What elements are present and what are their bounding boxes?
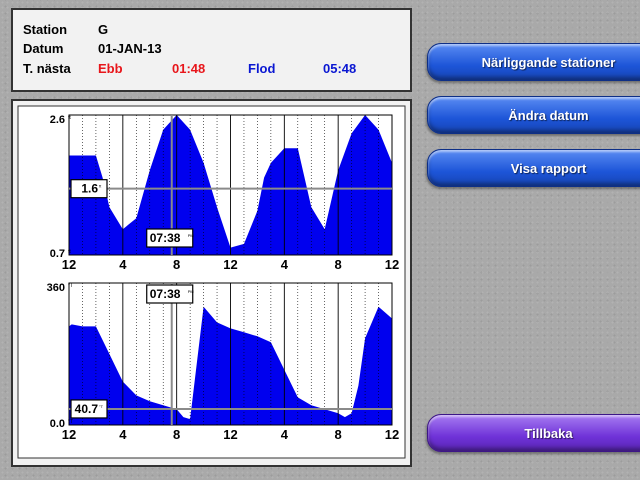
- tide-chart-panel: 2.6 0.7 ft ft 12 4 8 12 4 8 12 1.6 ft 07:38 PM 360 0.0 °T…: [11, 99, 412, 467]
- station-label: Station: [23, 22, 68, 37]
- chart-tide-height: 2.60.7ftft12 4 8 12 4 8 121.6 ft07:38 PM: [50, 114, 400, 272]
- chart-current-direction: 3600.0°T°T12 4 8 12 4 8 1240.7 °T07:38 PM: [47, 282, 400, 442]
- cursor-time: 07:38: [150, 287, 181, 301]
- y-max-unit: °T: [68, 283, 73, 289]
- show-report-button[interactable]: Visa rapport: [427, 149, 640, 187]
- flood-time: 05:48: [323, 61, 357, 76]
- x-tick-label: 8: [173, 427, 180, 442]
- ebb-label: Ebb: [98, 61, 123, 76]
- change-date-label: Ändra datum: [508, 108, 589, 123]
- station-info-panel: Station G Datum 01-JAN-13 T. nästa Ebb 0…: [11, 8, 412, 92]
- flood-label: Flod: [248, 61, 276, 76]
- x-tick-label: 4: [119, 257, 127, 272]
- station-value: G: [98, 22, 109, 37]
- x-tick-label: 12: [385, 427, 399, 442]
- nearby-stations-button[interactable]: Närliggande stationer: [427, 43, 640, 81]
- tide-charts[interactable]: 2.60.7ftft12 4 8 12 4 8 121.6 ft07:38 PM3600.0°T…: [13, 101, 410, 465]
- x-tick-label: 8: [335, 257, 342, 272]
- x-tick-label: 4: [119, 427, 127, 442]
- ebb-time: 01:48: [172, 61, 206, 76]
- back-label: Tillbaka: [524, 426, 573, 441]
- date-value: 01-JAN-13: [98, 41, 162, 56]
- cursor-time: 07:38: [150, 231, 181, 245]
- change-date-button[interactable]: Ändra datum: [427, 96, 640, 134]
- show-report-label: Visa rapport: [510, 161, 587, 176]
- cursor-value: 40.7: [75, 402, 99, 416]
- date-label: Datum: [23, 41, 64, 56]
- x-tick-label: 12: [385, 257, 399, 272]
- x-tick-label: 12: [223, 257, 237, 272]
- x-tick-label: 8: [173, 257, 180, 272]
- cursor-value: 1.6: [81, 182, 98, 196]
- x-tick-label: 4: [281, 257, 289, 272]
- cursor-time-unit: PM: [188, 233, 194, 238]
- back-button[interactable]: Tillbaka: [427, 414, 640, 452]
- y-max-label: 2.6: [50, 114, 65, 126]
- x-tick-label: 12: [62, 257, 76, 272]
- x-tick-label: 4: [281, 427, 289, 442]
- cursor-time-unit: PM: [188, 289, 194, 294]
- x-tick-label: 12: [223, 427, 237, 442]
- nearby-stations-label: Närliggande stationer: [481, 55, 616, 70]
- y-max-label: 360: [47, 282, 65, 294]
- next-label: T. nästa: [23, 61, 71, 76]
- cursor-value-unit: °T: [99, 404, 104, 409]
- y-min-unit: °T: [68, 419, 73, 425]
- x-tick-label: 8: [335, 427, 342, 442]
- x-tick-label: 12: [62, 427, 76, 442]
